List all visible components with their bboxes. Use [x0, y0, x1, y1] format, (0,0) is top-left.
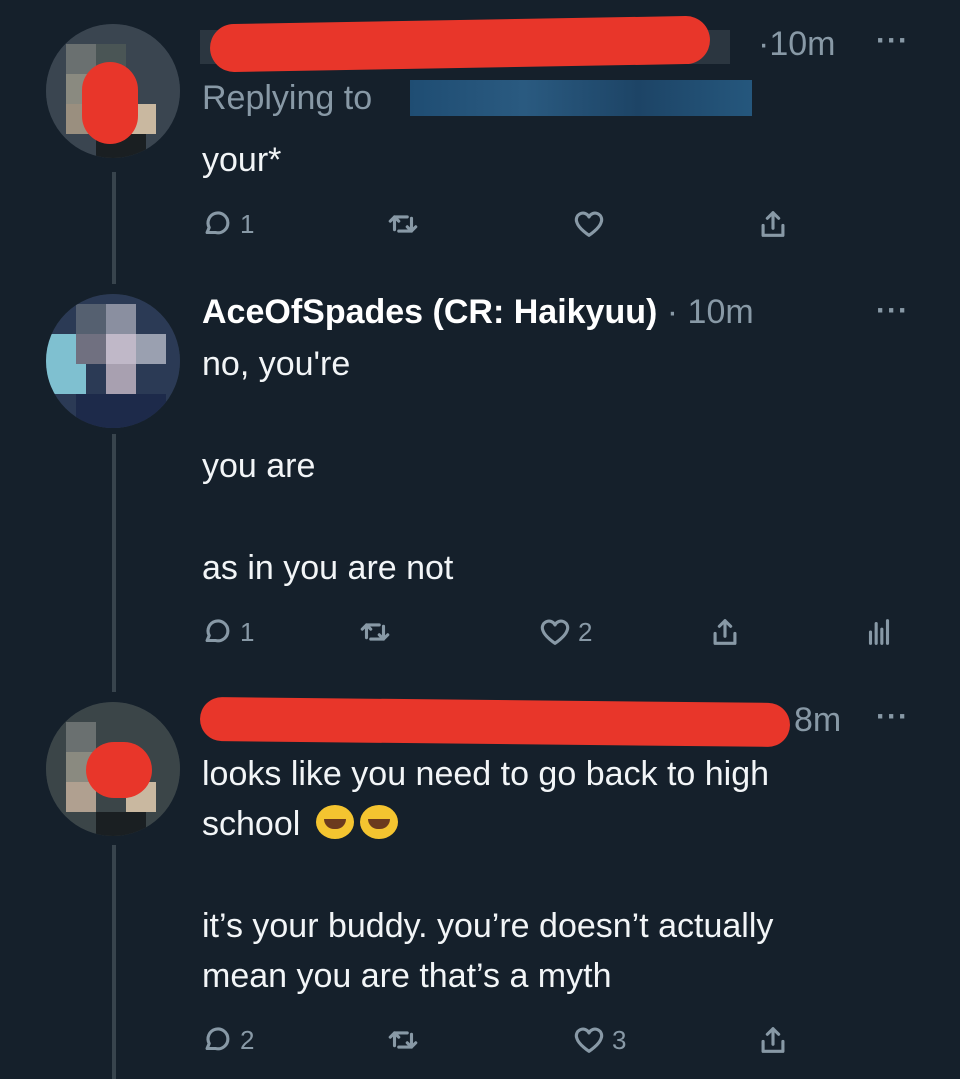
- retweet-button[interactable]: [386, 1020, 420, 1060]
- tweet-actions: 1 2: [200, 612, 900, 652]
- reply-button[interactable]: 1: [200, 612, 254, 652]
- thread-line: [112, 434, 116, 692]
- like-count: 2: [578, 616, 593, 647]
- reply-icon: [205, 211, 230, 235]
- reply-count: 1: [240, 208, 255, 239]
- redaction: [209, 15, 711, 73]
- replying-to-label: Replying to: [202, 79, 373, 117]
- retweet-icon: [388, 1031, 418, 1049]
- tweet-text-word: school: [202, 805, 301, 843]
- thread-line: [112, 845, 116, 1079]
- heart-icon: [574, 1027, 604, 1053]
- retweet-button[interactable]: [386, 204, 420, 244]
- share-icon: [761, 211, 785, 237]
- retweet-icon: [360, 623, 390, 641]
- tweet-time: ·10m: [758, 25, 836, 63]
- tweet-actions: 2 3: [200, 1020, 900, 1060]
- tweet-header: AceOfSpades (CR: Haikyuu) · 10m: [202, 292, 754, 332]
- like-button[interactable]: 2: [538, 612, 592, 652]
- like-button[interactable]: 3: [572, 1020, 626, 1060]
- avatar[interactable]: [46, 702, 180, 836]
- analytics-icon: [868, 619, 890, 645]
- reply-icon: [205, 619, 230, 643]
- tweet-text-line: no, you're: [202, 345, 351, 383]
- tweet-text-line: school: [202, 804, 398, 844]
- tweet-actions: 1: [200, 204, 900, 244]
- more-icon[interactable]: ···: [876, 700, 909, 734]
- laughing-emoji-icon: [315, 805, 354, 839]
- share-icon: [761, 1027, 785, 1053]
- heart-icon: [574, 211, 604, 237]
- thread-line: [112, 172, 116, 284]
- more-icon[interactable]: ···: [876, 24, 909, 58]
- avatar[interactable]: [46, 294, 180, 428]
- retweet-icon: [388, 215, 418, 233]
- laughing-emoji-icon: [359, 805, 398, 839]
- redaction: [199, 696, 791, 748]
- heart-icon: [540, 619, 570, 645]
- like-button[interactable]: [572, 204, 606, 244]
- tweet-text-line: as in you are not: [202, 549, 454, 587]
- share-icon: [713, 619, 737, 645]
- reply-count: 1: [240, 616, 255, 647]
- tweet-text-line: it’s your buddy. you’re doesn’t actually: [202, 907, 774, 945]
- tweet-time: · 10m: [666, 293, 754, 331]
- share-button[interactable]: [756, 1020, 790, 1060]
- reply-icon: [205, 1027, 230, 1051]
- reply-button[interactable]: 2: [200, 1020, 254, 1060]
- tweet-text: your*: [202, 141, 282, 179]
- redaction: [82, 62, 138, 144]
- retweet-button[interactable]: [358, 612, 392, 652]
- reply-count: 2: [240, 1024, 255, 1055]
- tweet-time: 8m: [794, 701, 842, 739]
- redaction: [86, 742, 152, 798]
- avatar[interactable]: [46, 24, 180, 158]
- share-button[interactable]: [708, 612, 742, 652]
- share-button[interactable]: [756, 204, 790, 244]
- tweet-text-line: you are: [202, 447, 316, 485]
- reply-button[interactable]: 1: [200, 204, 254, 244]
- tweet-text-line: looks like you need to go back to high: [202, 755, 770, 793]
- blurred-handle[interactable]: [410, 80, 752, 116]
- tweet-text-line: mean you are that’s a myth: [202, 957, 612, 995]
- like-count: 3: [612, 1024, 627, 1055]
- analytics-button[interactable]: [862, 612, 896, 652]
- more-icon[interactable]: ···: [876, 294, 909, 328]
- display-name[interactable]: AceOfSpades (CR: Haikyuu): [202, 293, 657, 331]
